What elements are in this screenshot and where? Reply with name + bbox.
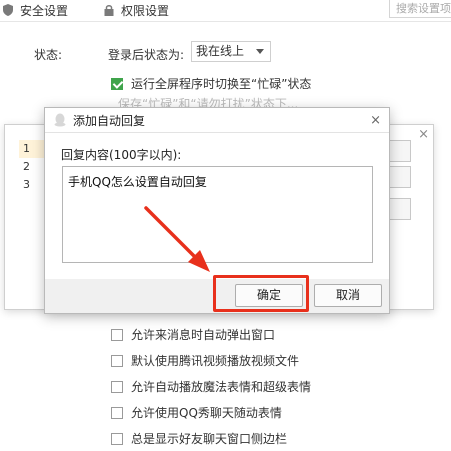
magic-emoji-label: 允许自动播放魔法表情和超级表情 <box>131 380 312 394</box>
cancel-button[interactable]: 取消 <box>314 284 382 307</box>
qq-show-label: 允许使用QQ秀聊天随动表情 <box>131 406 282 420</box>
list-item[interactable]: 2 <box>19 158 47 176</box>
dialog-title: 添加自动回复 <box>73 113 146 128</box>
list-action-button[interactable] <box>389 140 411 162</box>
tencent-video-option[interactable]: 默认使用腾讯视频播放视频文件 <box>111 352 299 369</box>
tab-security-label: 安全设置 <box>20 3 69 18</box>
reply-content-input[interactable]: 手机QQ怎么设置自动回复 <box>62 166 373 263</box>
lock-icon <box>104 5 114 16</box>
chat-sidebar-label: 总是显示好友聊天窗口侧边栏 <box>131 432 288 446</box>
list-item[interactable]: 3 <box>19 176 47 194</box>
login-status-label: 登录后状态为: <box>108 48 185 62</box>
tab-permission-settings[interactable]: 权限设置 <box>103 0 169 20</box>
ok-button[interactable]: 确定 <box>235 284 303 307</box>
chevron-down-icon <box>256 49 264 54</box>
close-icon[interactable]: × <box>370 113 381 128</box>
qq-show-option[interactable]: 允许使用QQ秀聊天随动表情 <box>111 404 282 421</box>
list-item[interactable]: 1 <box>19 140 47 158</box>
status-label: 状态: <box>34 48 63 62</box>
chat-sidebar-option[interactable]: 总是显示好友聊天窗口侧边栏 <box>111 430 287 447</box>
add-auto-reply-dialog: 添加自动回复 × 回复内容(100字以内): 手机QQ怎么设置自动回复 确定 取… <box>44 107 390 314</box>
dialog-titlebar: 添加自动回复 <box>45 108 389 133</box>
tab-permission-label: 权限设置 <box>121 3 170 18</box>
qq-penguin-icon <box>54 113 66 127</box>
magic-emoji-checkbox[interactable] <box>111 380 123 393</box>
fullscreen-busy-label: 运行全屏程序时切换至“忙碌”状态 <box>131 77 312 91</box>
close-icon[interactable]: × <box>418 127 429 142</box>
qq-show-checkbox[interactable] <box>111 406 123 419</box>
list-action-button[interactable] <box>389 166 411 188</box>
login-status-value: 我在线上 <box>196 44 245 58</box>
shield-icon <box>3 4 13 16</box>
fullscreen-busy-option[interactable]: 运行全屏程序时切换至“忙碌”状态 <box>111 75 311 92</box>
dialog-body: 回复内容(100字以内): 手机QQ怎么设置自动回复 <box>45 133 389 279</box>
auto-reply-list: 1 2 3 <box>19 140 47 295</box>
magic-emoji-option[interactable]: 允许自动播放魔法表情和超级表情 <box>111 378 311 395</box>
reply-content-label: 回复内容(100字以内): <box>61 148 182 162</box>
auto-popup-checkbox[interactable] <box>111 328 123 341</box>
chat-sidebar-checkbox[interactable] <box>111 432 123 445</box>
auto-popup-label: 允许来消息时自动弹出窗口 <box>131 328 276 342</box>
list-action-button[interactable] <box>389 198 411 220</box>
tencent-video-checkbox[interactable] <box>111 354 123 367</box>
settings-topbar: 安全设置 权限设置 搜索设置项 <box>0 0 451 22</box>
login-status-select[interactable]: 我在线上 <box>191 41 271 62</box>
tencent-video-label: 默认使用腾讯视频播放视频文件 <box>131 354 300 368</box>
search-settings-input[interactable]: 搜索设置项 <box>389 0 451 18</box>
tab-security-settings[interactable]: 安全设置 <box>2 0 68 20</box>
auto-popup-option[interactable]: 允许来消息时自动弹出窗口 <box>111 326 275 343</box>
fullscreen-busy-checkbox[interactable] <box>111 77 123 90</box>
